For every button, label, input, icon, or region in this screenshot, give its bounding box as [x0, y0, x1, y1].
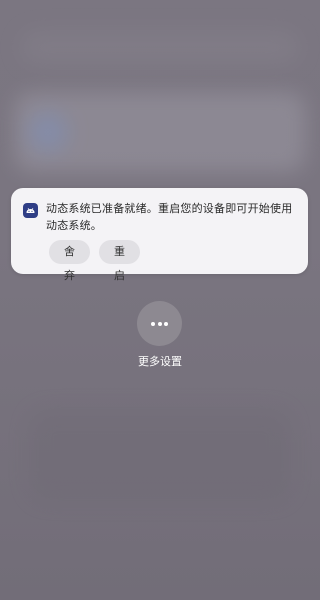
more-settings-label[interactable]: 更多设置	[110, 353, 210, 369]
more-dots-icon	[151, 322, 155, 326]
more-settings-button[interactable]	[137, 301, 182, 346]
blurred-background-icon	[28, 112, 68, 152]
blurred-background-panel	[20, 30, 300, 65]
blurred-background-panel	[30, 410, 290, 500]
notification-message: 动态系统已准备就绪。重启您的设备即可开始使用动态系统。	[46, 202, 293, 232]
dynamic-system-notification[interactable]: 动态系统已准备就绪。重启您的设备即可开始使用动态系统。 舍弃 重启	[11, 188, 308, 282]
more-dots-icon	[164, 322, 168, 326]
android-icon	[23, 203, 38, 218]
more-dots-icon	[157, 322, 162, 326]
discard-button[interactable]: 舍弃	[49, 240, 90, 282]
restart-button[interactable]: 重启	[99, 240, 140, 282]
